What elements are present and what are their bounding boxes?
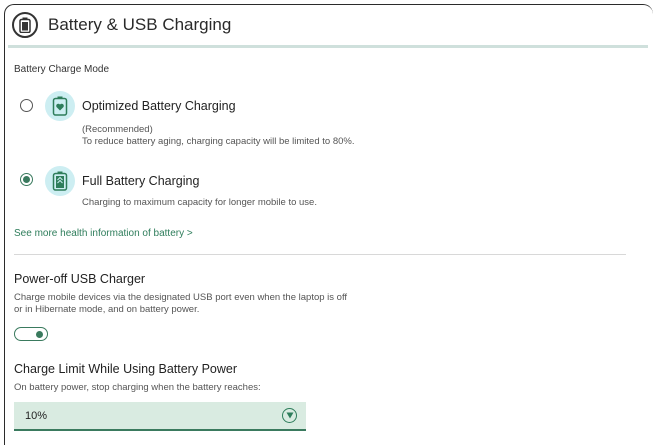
usb-charger-toggle[interactable] [14,327,48,341]
battery-icon [12,12,38,38]
battery-heart-icon [45,91,75,121]
charge-limit-title: Charge Limit While Using Battery Power [14,362,237,376]
charge-limit-description: On battery power, stop charging when the… [14,382,261,393]
optimized-charging-description: To reduce battery aging, charging capaci… [82,136,355,147]
usb-charger-description-line2: or in Hibernate mode, and on battery pow… [14,304,200,315]
charge-limit-value: 10% [25,409,48,422]
optimized-charging-title[interactable]: Optimized Battery Charging [82,99,236,113]
page-title: Battery & USB Charging [48,15,232,34]
radio-selected-dot [23,176,30,183]
full-charging-radio[interactable] [20,173,33,186]
section-divider [14,254,626,255]
optimized-charging-recommended: (Recommended) [82,124,153,135]
full-charging-title[interactable]: Full Battery Charging [82,174,199,188]
panel-header: Battery & USB Charging [6,8,648,42]
chevron-down-icon[interactable] [282,408,297,423]
charge-mode-label: Battery Charge Mode [14,64,110,75]
toggle-knob [36,330,43,338]
battery-health-link[interactable]: See more health information of battery > [14,228,193,239]
usb-charger-description-line1: Charge mobile devices via the designated… [14,292,348,303]
battery-full-icon [45,166,75,196]
full-charging-description: Charging to maximum capacity for longer … [82,197,317,208]
header-divider [8,45,648,48]
optimized-charging-radio[interactable] [20,99,33,112]
charge-limit-select[interactable]: 10% [14,402,306,431]
usb-charger-title: Power-off USB Charger [14,272,146,286]
